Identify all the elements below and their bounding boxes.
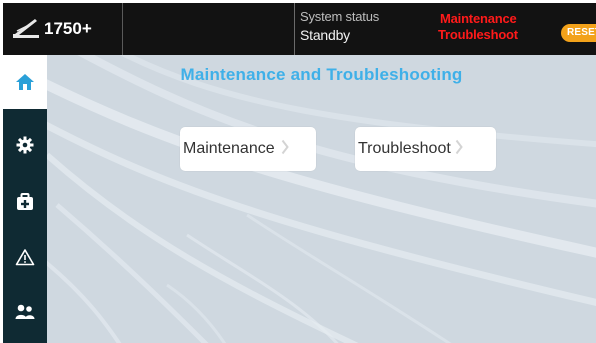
- users-icon: [15, 303, 35, 321]
- mode-indicator-maintenance: Maintenance: [440, 11, 517, 26]
- troubleshoot-button[interactable]: Troubleshoot: [355, 127, 496, 171]
- chevron-right-icon: [455, 139, 463, 160]
- top-bar: 1750+ System status Standby Maintenance …: [3, 3, 596, 55]
- main-panel: Maintenance and Troubleshooting Maintena…: [47, 55, 596, 343]
- chevron-right-icon: [281, 139, 289, 160]
- page-title: Maintenance and Troubleshooting: [180, 65, 463, 84]
- maintenance-button[interactable]: Maintenance: [180, 127, 316, 171]
- toolbox-icon: [16, 193, 34, 211]
- warning-icon: [15, 248, 35, 266]
- gear-icon: [16, 136, 34, 154]
- brand: 1750+: [3, 3, 123, 55]
- system-status-value: Standby: [300, 27, 350, 43]
- sidebar-item-alerts[interactable]: [3, 230, 47, 284]
- background-rays: [47, 55, 596, 343]
- troubleshoot-button-label: Troubleshoot: [358, 140, 451, 157]
- header-divider: [294, 3, 295, 55]
- sidebar-item-home[interactable]: [3, 55, 47, 109]
- sidebar-item-settings[interactable]: [3, 118, 47, 172]
- app-frame: 1750+ System status Standby Maintenance …: [3, 3, 596, 343]
- machine-logo-icon: [11, 18, 41, 40]
- reset-button[interactable]: RESET: [561, 24, 596, 42]
- sidebar-item-users[interactable]: [3, 285, 47, 339]
- sidebar-item-toolbox[interactable]: [3, 175, 47, 229]
- brand-name: 1750+: [44, 19, 92, 38]
- sidebar: [3, 55, 47, 343]
- mode-indicator-troubleshoot: Troubleshoot: [438, 27, 518, 42]
- maintenance-button-label: Maintenance: [183, 140, 275, 157]
- system-status-label: System status: [300, 9, 380, 24]
- home-icon: [15, 73, 35, 91]
